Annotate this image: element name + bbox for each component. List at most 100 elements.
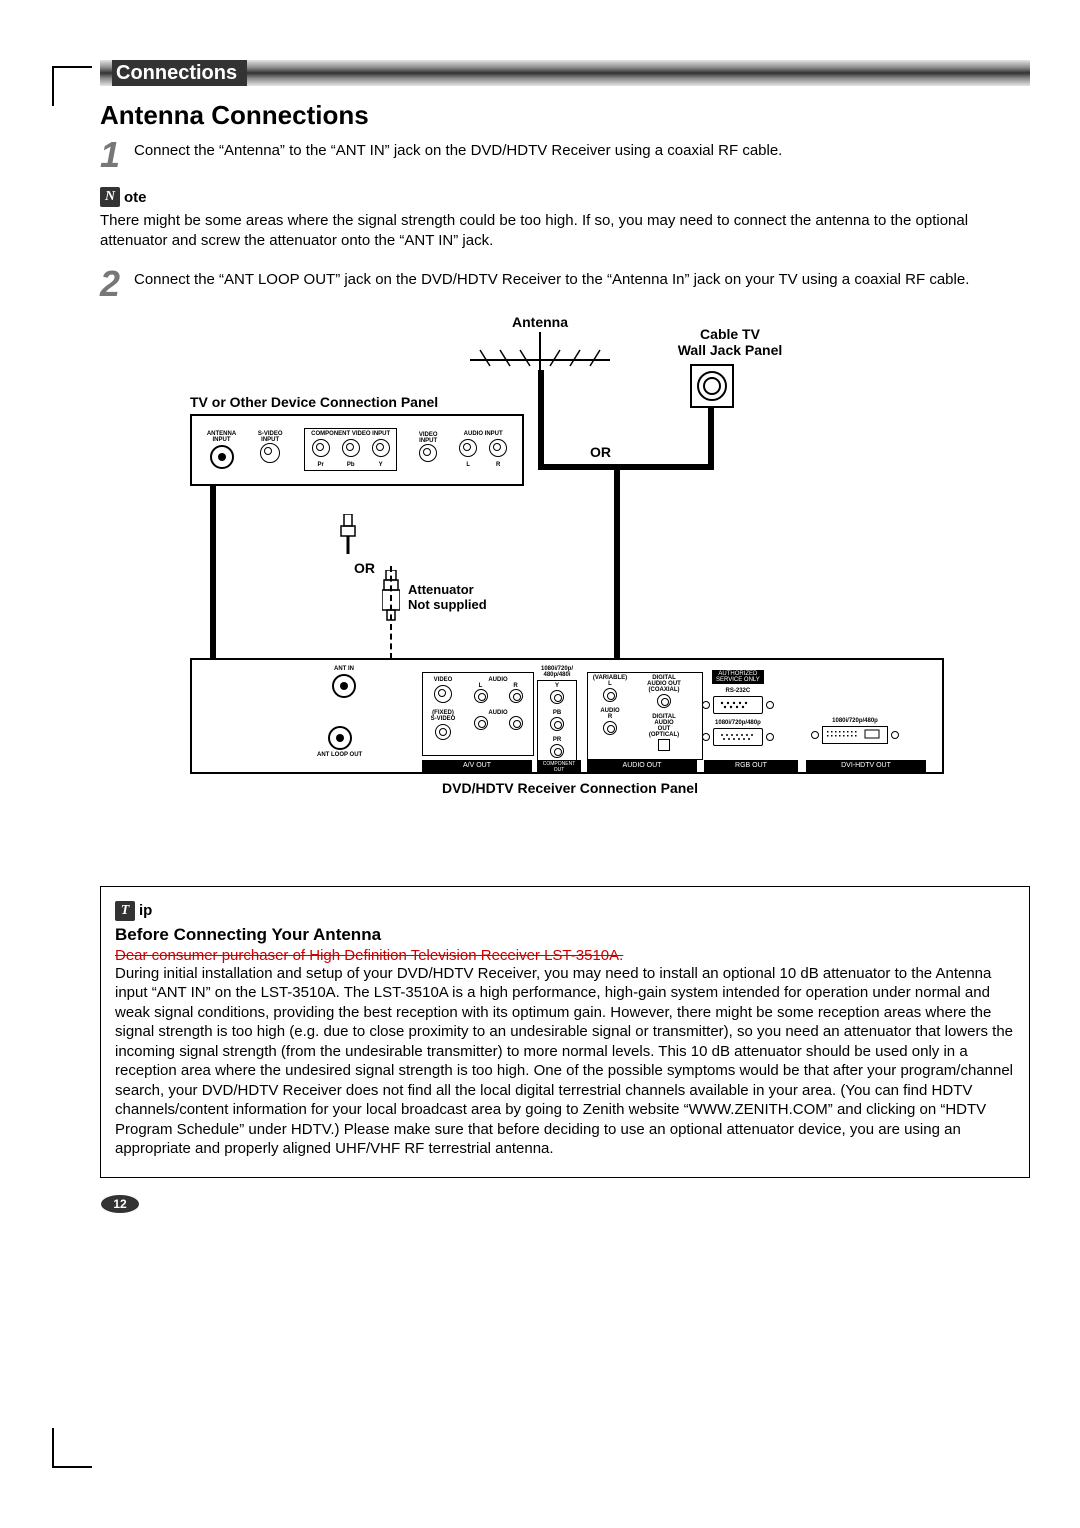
crop-mark — [52, 66, 54, 106]
or-label-right: OR — [590, 444, 611, 460]
note-callout: N ote — [100, 187, 1030, 207]
page-number-badge: 12 — [100, 1194, 140, 1214]
strip-audio: AUDIO OUT — [587, 760, 697, 772]
r-label: R — [489, 462, 507, 468]
step-number: 2 — [100, 266, 126, 302]
y: Y — [540, 683, 574, 689]
strip-rgb: RGB OUT — [704, 760, 798, 772]
ant-in-jack — [332, 674, 356, 698]
r: R — [509, 683, 523, 689]
or-label-left: OR — [354, 560, 375, 576]
y-jack — [550, 690, 564, 704]
tv-antenna-input-jack — [210, 445, 234, 469]
crop-mark — [52, 1428, 54, 1468]
audio-l-jack — [459, 439, 477, 457]
step-1: 1 Connect the “Antenna” to the “ANT IN” … — [100, 137, 1030, 173]
step-2: 2 Connect the “ANT LOOP OUT” jack on the… — [100, 266, 1030, 302]
tv-svideo-label: S-VIDEO INPUT — [258, 431, 283, 443]
pb-jack — [550, 717, 564, 731]
res-label: 1080i/720p/ 480p/480i — [537, 666, 577, 678]
dvi-port — [822, 726, 888, 744]
var-r — [603, 721, 617, 735]
tip-heading: Before Connecting Your Antenna — [115, 925, 1015, 945]
res2: 1080i/720p/480p — [712, 720, 764, 726]
pr: PR — [540, 737, 574, 743]
attenuator-icon — [382, 570, 400, 624]
rcv-video-jack — [434, 685, 452, 703]
wall-jack-label: Cable TV Wall Jack Panel — [660, 326, 800, 358]
svideo-jack — [260, 443, 280, 463]
crop-mark — [52, 1466, 92, 1468]
strip-av: A/V OUT — [422, 760, 532, 772]
optical-jack — [658, 739, 670, 751]
l-label: L — [459, 462, 477, 468]
pr-jack — [550, 744, 564, 758]
tip-box: T ip Before Connecting Your Antenna Dear… — [100, 886, 1030, 1178]
cable-walljack — [614, 464, 714, 470]
rs232-port — [713, 696, 763, 714]
crop-mark — [52, 66, 92, 68]
rgb-port — [713, 728, 763, 746]
ant-in-label: ANT IN — [332, 666, 356, 672]
antenna-icon — [460, 332, 620, 372]
tv-connection-panel: ANTENNA INPUT S-VIDEO INPUT COMPONENT VI… — [190, 414, 524, 486]
ant-loop-out-jack — [328, 726, 352, 750]
component-pb-jack — [342, 439, 360, 457]
strip-dvi: DVI-HDTV OUT — [806, 760, 926, 772]
cable-antenna — [538, 370, 544, 470]
tip-struck-text: Dear consumer purchaser of High Definiti… — [115, 947, 1015, 964]
l: L — [474, 683, 488, 689]
step-text: Connect the “ANT LOOP OUT” jack on the D… — [134, 266, 969, 302]
res3: 1080i/720p/480p — [822, 718, 888, 724]
strip-comp: COMPONENT OUT — [537, 760, 581, 772]
tip-icon: T — [115, 901, 135, 921]
attenuator-label: Attenuator Not supplied — [408, 582, 518, 612]
rcv-audio-l2 — [474, 716, 488, 730]
cable-antenna — [614, 464, 620, 664]
audio-r-jack — [489, 439, 507, 457]
step-text: Connect the “Antenna” to the “ANT IN” ja… — [134, 137, 782, 173]
note-icon: N — [100, 187, 120, 207]
wall-jack-icon — [690, 364, 734, 408]
section-header-label: Connections — [112, 60, 247, 86]
var-l — [603, 688, 617, 702]
pr-label: Pr — [312, 462, 330, 468]
f-connector-icon — [338, 514, 358, 554]
step-number: 1 — [100, 137, 126, 173]
dig-coax: DIGITAL AUDIO OUT (COAXIAL) — [634, 675, 694, 693]
rcv-svideo-label: S-VIDEO — [423, 716, 463, 722]
audio-input-label: AUDIO INPUT — [459, 431, 507, 437]
tip-label: ip — [139, 902, 152, 919]
y-label: Y — [372, 462, 390, 468]
rcv-audio-r — [509, 689, 523, 703]
tv-antenna-input-label: ANTENNA INPUT — [207, 431, 236, 443]
cable-walljack — [708, 406, 714, 470]
rcv-video-label: VIDEO — [423, 677, 463, 683]
rcv-audio-r2 — [509, 716, 523, 730]
receiver-panel-label: DVD/HDTV Receiver Connection Panel — [420, 780, 720, 796]
video-input-label: VIDEO INPUT — [419, 432, 438, 444]
l: L — [590, 681, 630, 687]
component-label: COMPONENT VIDEO INPUT — [311, 431, 390, 437]
connection-diagram: Antenna Cable TV Wall Jack Panel TV or O… — [100, 314, 1030, 874]
rs232-label: RS-232C — [712, 688, 764, 694]
tv-panel-label: TV or Other Device Connection Panel — [190, 394, 470, 410]
authorized-label: AUTHORIZED SERVICE ONLY — [712, 670, 764, 684]
ant-loop-out-label: ANT LOOP OUT — [317, 752, 362, 758]
dig-opt: DIGITAL AUDIO OUT (OPTICAL) — [634, 714, 694, 738]
component-pr-jack — [312, 439, 330, 457]
cable-antenna — [538, 464, 620, 470]
page-number: 12 — [100, 1194, 140, 1214]
r: R — [590, 714, 630, 720]
page-title: Antenna Connections — [100, 100, 1030, 131]
component-y-jack — [372, 439, 390, 457]
receiver-connection-panel: ANT IN ANT LOOP OUT VIDEO (FIXED) S-VIDE… — [190, 658, 944, 774]
video-jack — [419, 444, 437, 462]
pb: PB — [540, 710, 574, 716]
tip-body: During initial installation and setup of… — [115, 964, 1015, 1159]
variable: (VARIABLE) — [590, 675, 630, 681]
rcv-audio-l — [474, 689, 488, 703]
pb-label: Pb — [342, 462, 360, 468]
section-header-bar: Connections — [100, 60, 1030, 86]
note-label: ote — [124, 189, 147, 206]
